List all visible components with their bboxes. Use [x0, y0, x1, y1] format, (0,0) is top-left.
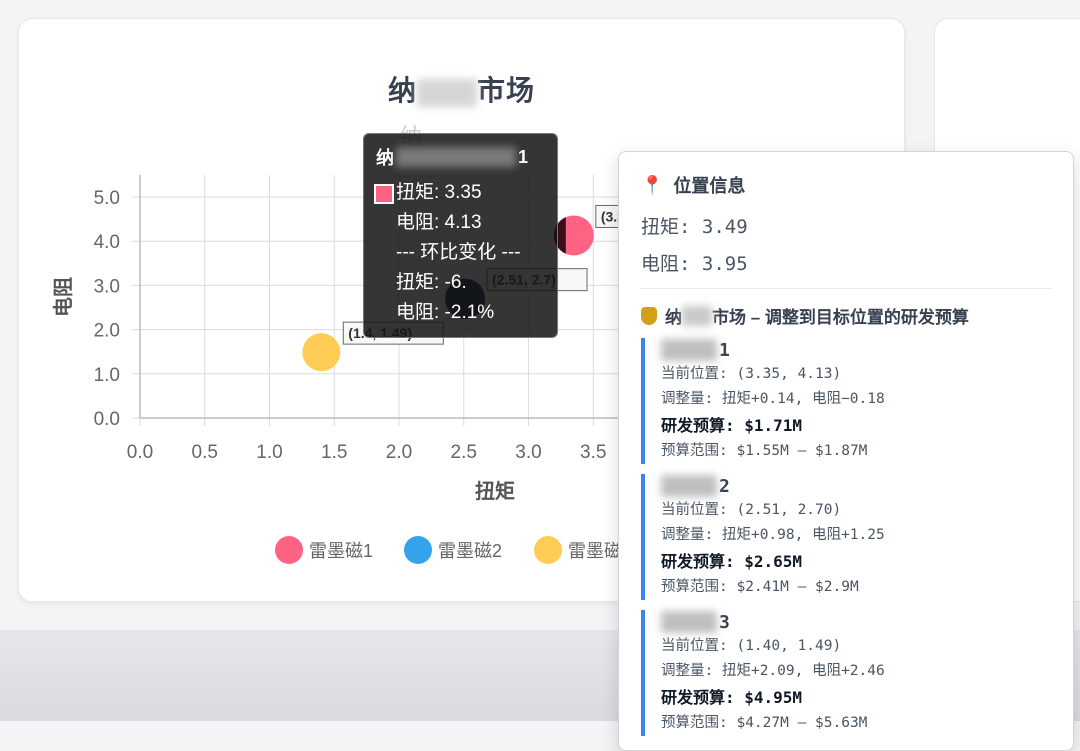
point-tooltip: 纳1 扭矩: 3.35 电阻: 4.13 --- 环比变化 --- 扭矩: -6…: [363, 133, 558, 338]
y-tick-label: 0.0: [94, 409, 120, 430]
x-tick-label: 3.0: [515, 442, 541, 463]
item-range: 预算范围: $4.27M – $5.63M: [661, 715, 868, 731]
data-point: [302, 333, 341, 372]
divider: [641, 288, 1051, 289]
y-tick-label: 3.0: [94, 276, 120, 297]
y-axis-title: 电阻: [52, 277, 75, 317]
x-tick-label: 2.0: [386, 442, 412, 463]
redacted-text: [661, 611, 717, 633]
redacted-text: [396, 147, 516, 167]
info-panel: 📍 位置信息 扭矩: 3.49 电阻: 3.95 纳市场 – 调整到目标位置的研…: [618, 151, 1074, 751]
item-position: 当前位置: (1.40, 1.49): [661, 638, 842, 654]
budget-item: 1 当前位置: (3.35, 4.13) 调整量: 扭矩+0.14, 电阻−0.…: [641, 338, 1051, 464]
redacted-text: [661, 339, 717, 361]
money-bag-icon: [641, 306, 657, 325]
legend-label: 雷墨磁1: [309, 541, 373, 561]
resistance-value: 电阻: 3.95: [641, 253, 748, 275]
budget-item: 3 当前位置: (1.40, 1.49) 调整量: 扭矩+2.09, 电阻+2.…: [641, 610, 1051, 736]
legend-marker: [275, 536, 303, 564]
item-position: 当前位置: (2.51, 2.70): [661, 502, 842, 518]
x-tick-label: 3.5: [580, 442, 606, 463]
series-swatch: [374, 184, 394, 204]
tooltip-row: --- 环比变化 ---: [396, 242, 521, 263]
item-budget: 研发预算: $4.95M: [661, 688, 803, 707]
tooltip-row: 扭矩: -6.: [396, 272, 467, 293]
item-adjust: 调整量: 扭矩+0.14, 电阻−0.18: [661, 391, 885, 407]
redacted-text: [661, 475, 717, 497]
torque-value: 扭矩: 3.49: [641, 216, 748, 238]
x-tick-label: 0.5: [192, 442, 218, 463]
budget-item: 2 当前位置: (2.51, 2.70) 调整量: 扭矩+0.98, 电阻+1.…: [641, 474, 1051, 600]
item-name: 2: [661, 474, 1051, 498]
tooltip-row: 电阻: 4.13: [396, 212, 482, 233]
item-range: 预算范围: $1.55M – $1.87M: [661, 443, 868, 459]
item-budget: 研发预算: $1.71M: [661, 416, 803, 435]
x-tick-label: 2.5: [451, 442, 477, 463]
item-range: 预算范围: $2.41M – $2.9M: [661, 579, 859, 595]
legend-marker: [534, 536, 562, 564]
item-adjust: 调整量: 扭矩+2.09, 电阻+2.46: [661, 663, 885, 679]
item-budget: 研发预算: $2.65M: [661, 552, 803, 571]
item-position: 当前位置: (3.35, 4.13): [661, 366, 842, 382]
x-axis-title: 扭矩: [475, 479, 515, 503]
x-tick-label: 1.5: [321, 442, 347, 463]
x-tick-label: 1.0: [256, 442, 282, 463]
redacted-text: [682, 305, 712, 326]
chart-legend[interactable]: 雷墨磁1 雷墨磁2 雷墨磁3: [275, 536, 632, 564]
item-adjust: 调整量: 扭矩+0.98, 电阻+1.25: [661, 527, 885, 543]
pin-icon: 📍: [641, 174, 664, 195]
budget-heading: 纳市场 – 调整到目标位置的研发预算: [641, 303, 1051, 328]
y-tick-label: 2.0: [94, 321, 120, 342]
item-name: 3: [661, 610, 1051, 634]
item-name: 1: [661, 338, 1051, 362]
legend-label: 雷墨磁2: [438, 541, 502, 561]
location-heading: 📍 位置信息: [641, 174, 746, 197]
tooltip-row: 电阻: -2.1%: [396, 302, 495, 323]
tooltip-title: 纳1: [376, 146, 529, 169]
y-tick-label: 1.0: [94, 365, 120, 386]
x-tick-label: 0.0: [127, 442, 153, 463]
tooltip-row: 扭矩: 3.35: [374, 178, 545, 208]
y-tick-label: 4.0: [94, 232, 120, 253]
y-tick-label: 5.0: [94, 188, 120, 209]
legend-marker: [404, 536, 432, 564]
